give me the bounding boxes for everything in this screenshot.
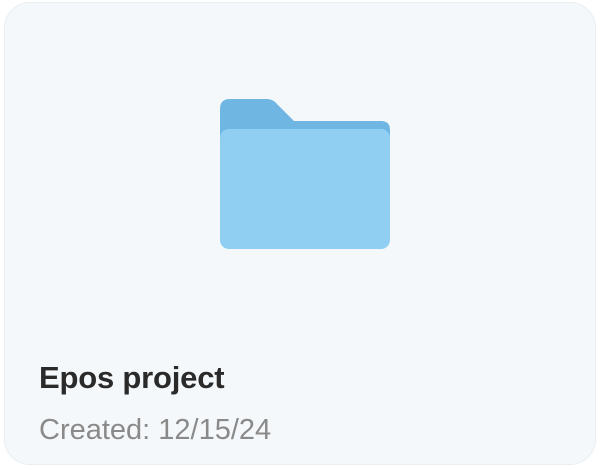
created-date: 12/15/24 bbox=[158, 414, 272, 446]
created-date-text: Created: 12/15/24 bbox=[39, 414, 271, 447]
created-label: Created: bbox=[39, 414, 151, 446]
folder-icon bbox=[220, 99, 390, 249]
folder-card[interactable]: Epos project Created: 12/15/24 bbox=[4, 2, 596, 465]
folder-title: Epos project bbox=[39, 360, 225, 395]
